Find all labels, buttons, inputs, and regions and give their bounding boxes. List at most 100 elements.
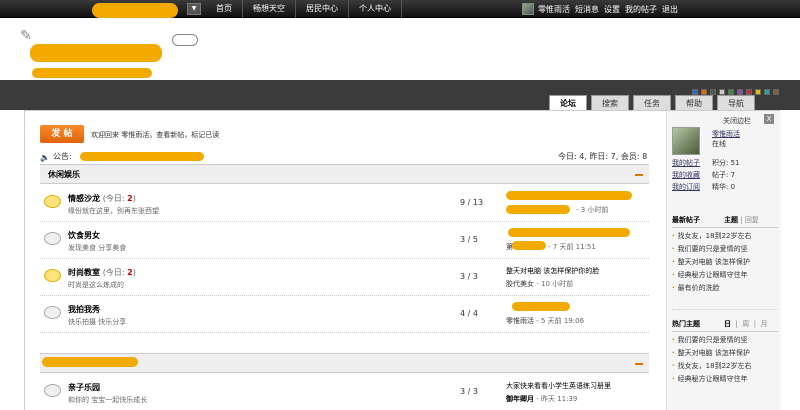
last-post-redacted[interactable] (508, 228, 630, 237)
last-post-time: - 3 小时前 (576, 206, 609, 214)
site-logo-redacted[interactable] (92, 3, 178, 18)
nav-personal[interactable]: 个人中心 (349, 0, 402, 18)
forum-name[interactable]: 我拍我秀 (68, 305, 100, 314)
last-post-time: - 7 天前 11:51 (548, 243, 596, 251)
category-title-redacted (42, 357, 138, 367)
color-swatch[interactable] (773, 89, 779, 95)
my-favorites-link[interactable]: 我的收藏 (672, 170, 700, 180)
tab-week[interactable]: 周 (742, 320, 749, 328)
close-sidebar-link[interactable]: 关闭边栏 (723, 116, 751, 126)
topic-link[interactable]: 找女友，18到22岁左右 (672, 361, 752, 371)
color-swatch[interactable] (746, 89, 752, 95)
forum-desc: 缘份就在这里，别再东张西望 (68, 207, 159, 215)
tab-month[interactable]: 月 (761, 320, 768, 328)
tab-search[interactable]: 搜索 (591, 95, 629, 110)
close-icon[interactable]: X (764, 114, 774, 124)
logout-link[interactable]: 退出 (662, 4, 678, 15)
topic-link[interactable]: 找女友，18到22岁左右 (672, 231, 752, 241)
forum-read-icon (44, 384, 61, 397)
forum-read-icon (44, 306, 61, 319)
tab-new-replies[interactable]: 回复 (745, 216, 759, 224)
forum-row: 情感沙龙 (今日: 2) 缘份就在这里，别再东张西望 9 / 13 - 3 小时… (40, 186, 649, 222)
today-count: 2 (127, 268, 133, 277)
last-post-redacted[interactable] (512, 302, 570, 311)
new-topics-header: 最新帖子 主题 | 回复 (672, 215, 778, 228)
last-user-redacted[interactable] (512, 241, 546, 250)
messages-link[interactable]: 短消息 (575, 4, 599, 15)
category-title: 休闲娱乐 (48, 170, 80, 179)
color-swatch[interactable] (755, 89, 761, 95)
username-link[interactable]: 零惟雨活 (538, 4, 570, 15)
notice-redacted[interactable] (79, 152, 204, 161)
welcome-text: 欢迎回来 零惟雨活，查看新帖，标记已读 (91, 131, 220, 139)
last-user-redacted[interactable] (506, 205, 570, 214)
forum-read-icon (44, 232, 61, 245)
last-post-title[interactable]: 整天对电脑 该怎样保护你的脸 (506, 266, 599, 276)
avatar[interactable] (672, 127, 700, 155)
tab-tasks[interactable]: 任务 (633, 95, 671, 110)
notice-label: 公告: (53, 152, 72, 161)
sidebar-username[interactable]: 零惟雨活 (712, 129, 740, 139)
category-header: 休闲娱乐 (40, 164, 649, 184)
last-post-by: 胶代美女 - 10 小时前 (506, 280, 574, 288)
forum-name[interactable]: 情感沙龙 (68, 194, 100, 203)
my-posts-link[interactable]: 我的帖子 (672, 158, 700, 168)
nav-band: 论坛 搜索 任务 帮助 导航 (0, 80, 800, 110)
points-stat: 积分: 51 (712, 159, 740, 167)
color-swatch[interactable] (719, 89, 725, 95)
topic-post-count: 3 / 3 (460, 272, 478, 281)
forum-desc: 和你的 宝宝一起快乐成长 (68, 396, 148, 404)
last-post-title[interactable]: 大家快来看看小学生英语练习册里 (506, 381, 611, 391)
forum-name[interactable]: 时尚教室 (68, 268, 100, 277)
last-post-by: 零惟雨活 - 5 天前 19:06 (506, 317, 585, 325)
topic-post-count: 9 / 13 (460, 198, 484, 207)
nav-residents[interactable]: 居民中心 (296, 0, 349, 18)
forum-desc: 发现美食 分享美食 (68, 244, 127, 252)
forum-name[interactable]: 饮食男女 (68, 231, 100, 240)
nav-sky[interactable]: 畅想天空 (243, 0, 296, 18)
topic-link[interactable]: 我们要的只是爱情的坚 (672, 244, 748, 254)
color-swatch[interactable] (701, 89, 707, 95)
new-post-button[interactable]: 发 帖 (40, 125, 84, 143)
color-swatch[interactable] (692, 89, 698, 95)
color-swatch[interactable] (710, 89, 716, 95)
color-swatch[interactable] (737, 89, 743, 95)
today-count: 2 (127, 194, 133, 203)
tab-help[interactable]: 帮助 (675, 95, 713, 110)
nav-home[interactable]: 首页 (206, 0, 243, 18)
forum-row: 时尚教室 (今日: 2) 时尚是这么炼成的 3 / 3 整天对电脑 该怎样保护你… (40, 260, 649, 296)
sidebar: 关闭边栏 X 零惟雨活 在线 我的帖子 我的收藏 我的订阅 积分: 51 帖子:… (666, 111, 781, 410)
tab-day[interactable]: 日 (724, 320, 731, 328)
topic-link[interactable]: 经典秘方让眼睛守住年 (672, 270, 748, 280)
notice-bar: 🔈 公告: (40, 151, 204, 162)
my-subscriptions-link[interactable]: 我的订阅 (672, 182, 700, 192)
settings-link[interactable]: 设置 (604, 4, 620, 15)
chevron-down-icon[interactable]: ▼ (187, 3, 201, 15)
last-post-redacted[interactable] (506, 191, 632, 200)
forum-stats: 今日: 4, 昨日: 7, 会员: 8 (558, 152, 648, 161)
tab-new-topics[interactable]: 主题 (724, 216, 738, 224)
avatar[interactable] (522, 3, 534, 15)
header: ✎ (0, 18, 800, 80)
my-posts-link[interactable]: 我的帖子 (625, 4, 657, 15)
topic-link[interactable]: 我们要的只是爱情的坚 (672, 335, 748, 345)
forum-name[interactable]: 亲子乐园 (68, 383, 100, 392)
color-swatch[interactable] (728, 89, 734, 95)
topic-link[interactable]: 整天对电脑 该怎样保护 (672, 257, 750, 267)
forum-row: 我拍我秀 快乐拍摄 快乐分享 4 / 4 零惟雨活 - 5 天前 19:06 (40, 297, 649, 333)
color-swatch[interactable] (764, 89, 770, 95)
hot-topics-header: 热门主题 日 | 周 | 月 (672, 319, 778, 332)
forum-row: 亲子乐园 和你的 宝宝一起快乐成长 3 / 3 大家快来看看小学生英语练习册里 … (40, 375, 649, 410)
topic-link[interactable]: 经典秘方让眼睛守住年 (672, 374, 748, 384)
tab-forum[interactable]: 论坛 (549, 95, 587, 110)
collapse-icon[interactable] (635, 363, 643, 365)
collapse-icon[interactable] (635, 174, 643, 176)
topic-link[interactable]: 整天对电脑 该怎样保护 (672, 348, 750, 358)
category-header (40, 353, 649, 373)
topic-link[interactable]: 最有价的洗脸 (672, 283, 720, 293)
topic-post-count: 3 / 5 (460, 235, 478, 244)
tab-navigation[interactable]: 导航 (717, 95, 755, 110)
digest-stat: 精华: 0 (712, 183, 736, 191)
forum-new-icon (44, 269, 61, 282)
color-swatches (692, 89, 779, 95)
